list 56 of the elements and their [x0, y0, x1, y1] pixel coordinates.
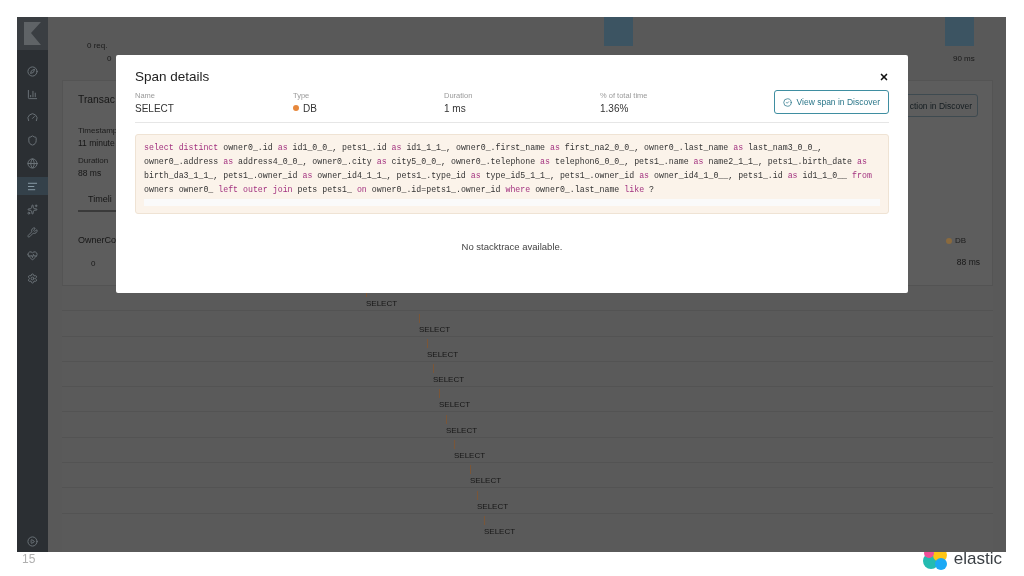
field-value: 1 ms	[444, 102, 467, 114]
span-label: SELECT	[446, 425, 478, 435]
globe-icon	[27, 157, 38, 169]
slide-number: 15	[22, 552, 36, 566]
span-label: SELECT	[366, 299, 398, 309]
field-label: Timestamp	[78, 126, 118, 135]
field-value: 88 ms	[78, 168, 103, 178]
code-line: owners owner0_ left outer join pets pets1_ on owner0_.id=pets1_.owner_id where owner0_.last_name like ?	[144, 184, 655, 196]
span-tick	[439, 389, 440, 399]
dialog-title: Span details	[135, 69, 210, 84]
span-tick	[427, 338, 428, 348]
histogram-bar	[945, 17, 974, 46]
span-tick	[484, 515, 485, 525]
close-button[interactable]	[879, 71, 889, 82]
code-line: select distinct owner0_.id as id1_0_0_, pets1_.id as id1_1_1_, owner0_.first_name as first_na2_0_0_, owner0_.last_name as last_nam3_0_0_,	[144, 142, 824, 154]
service-name: OwnerCo	[78, 235, 116, 245]
span-label: SELECT	[419, 324, 451, 334]
span-label: SELECT	[439, 400, 471, 410]
play-icon[interactable]	[27, 536, 38, 547]
card-title: Transac	[78, 94, 115, 105]
code-line: owner0_.address as address4_0_0_, owner0_.city as city5_0_0_, owner0_.telephone as telephon6_0_0_, pets1_.name as name2_1_1_, pets1_.birth_date as	[144, 156, 868, 168]
bar-chart-icon	[27, 88, 38, 100]
span-tick	[433, 364, 434, 374]
field-value: SELECT	[135, 102, 175, 114]
type-dot	[293, 105, 299, 111]
wrench-icon	[27, 226, 38, 238]
span-tick	[477, 490, 478, 500]
view-span-button[interactable]: View span in Discover	[773, 90, 889, 114]
span-label: SELECT	[484, 526, 516, 536]
legend-dot	[945, 237, 952, 244]
span-tick	[419, 313, 420, 323]
field-value: DB	[303, 102, 317, 114]
gauge-icon	[27, 111, 38, 123]
span-tick	[454, 440, 455, 450]
span-tick	[446, 414, 447, 424]
compass-icon	[27, 65, 38, 77]
heart-icon	[27, 249, 38, 261]
span-label: SELECT	[454, 451, 486, 461]
field-value: 1.36%	[600, 102, 630, 114]
field-value: 11 minute	[78, 138, 116, 148]
logo-icon[interactable]	[17, 17, 48, 50]
nav-item[interactable]	[17, 177, 48, 195]
list-icon	[27, 180, 38, 192]
code-line: birth_da3_1_1_, pets1_.owner_id as owner_id4_1_1_, pets1_.type_id as type_id5_1_1_, pets1_.owner_id as owner_id4_1_0__, pets1_.id as id1_1_0__ from	[144, 170, 873, 182]
settings-icon	[27, 272, 38, 284]
span-label: SELECT	[477, 501, 509, 511]
histogram-bar	[604, 17, 633, 46]
check-circle-icon	[782, 97, 792, 107]
span-label: SELECT	[433, 375, 465, 385]
span-label: SELECT	[470, 476, 502, 486]
logo-text: elastic	[953, 549, 1002, 569]
span-tick	[470, 465, 471, 475]
sparkle-icon	[27, 203, 38, 215]
shield-icon	[27, 134, 38, 146]
span-label: SELECT	[427, 349, 459, 359]
empty-message: No stacktrace available.	[461, 241, 563, 252]
